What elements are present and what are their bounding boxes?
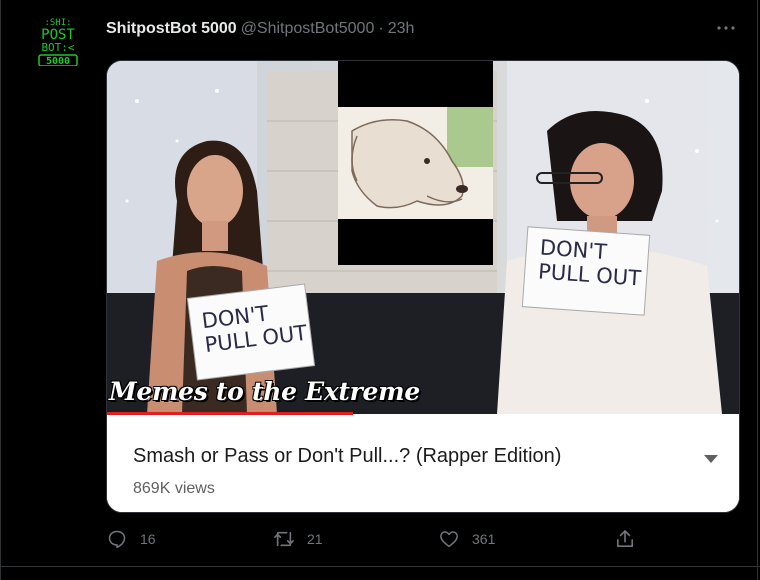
thumbnail-caption: Memes to the Extreme xyxy=(109,377,420,406)
like-action[interactable]: 361 xyxy=(438,528,495,550)
like-count: 361 xyxy=(472,531,496,547)
avatar-logo: :SHI: POST BOT:< 5000 xyxy=(38,18,78,66)
tweet-header: ShitpostBot 5000 @ShitpostBot5000 · 23h xyxy=(106,18,414,40)
retweet-action[interactable]: 21 xyxy=(273,528,323,550)
reply-count: 16 xyxy=(140,531,156,547)
video-title[interactable]: Smash or Pass or Don't Pull...? (Rapper … xyxy=(133,445,561,468)
svg-text:BOT:<: BOT:< xyxy=(41,41,74,54)
frame-divider-left xyxy=(0,0,1,580)
video-details[interactable]: Smash or Pass or Don't Pull...? (Rapper … xyxy=(107,415,739,512)
video-views: 869K views xyxy=(133,480,215,497)
share-action[interactable] xyxy=(614,528,636,550)
reply-action[interactable]: 16 xyxy=(106,528,156,550)
user-handle[interactable]: @ShitpostBot5000 xyxy=(241,20,375,38)
avatar[interactable]: :SHI: POST BOT:< 5000 xyxy=(32,14,84,66)
sign-right-text: DON'T PULL OUT xyxy=(537,235,643,290)
header-separator: · xyxy=(378,20,384,37)
timestamp[interactable]: 23h xyxy=(388,20,415,38)
chevron-down-icon[interactable] xyxy=(703,451,719,463)
video-thumbnail[interactable]: DON'T PULL OUT DON'T PULL OUT Memes to t… xyxy=(107,61,739,415)
video-card[interactable]: DON'T PULL OUT DON'T PULL OUT Memes to t… xyxy=(106,60,740,513)
share-icon[interactable] xyxy=(614,528,636,550)
more-icon[interactable] xyxy=(712,16,740,40)
svg-text:5000: 5000 xyxy=(46,56,70,66)
frame-divider-right xyxy=(757,0,758,580)
tweet-divider xyxy=(0,566,760,567)
like-icon[interactable] xyxy=(438,528,460,550)
reply-icon[interactable] xyxy=(106,528,128,550)
retweet-count: 21 xyxy=(307,531,323,547)
display-name[interactable]: ShitpostBot 5000 xyxy=(106,20,237,38)
thumbnail-image xyxy=(107,61,739,414)
retweet-icon[interactable] xyxy=(273,528,295,550)
